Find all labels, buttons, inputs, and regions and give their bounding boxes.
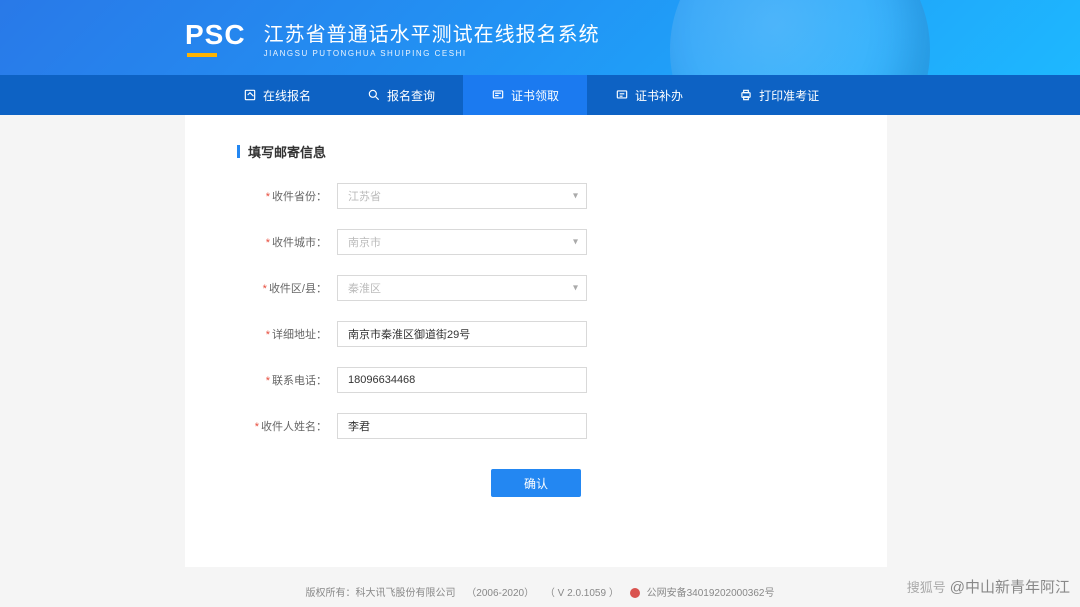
footer-years: （2006-2020） [466, 588, 534, 599]
select-province[interactable]: 江苏省 ▾ [337, 183, 587, 209]
row-phone: *联系电话： [185, 367, 887, 393]
confirm-button[interactable]: 确认 [491, 469, 581, 497]
input-phone[interactable] [337, 367, 587, 393]
nav-label: 报名查询 [387, 87, 435, 104]
row-district: *收件区/县： 秦淮区 ▾ [185, 275, 887, 301]
reissue-icon [615, 88, 629, 102]
label-address: *详细地址： [247, 326, 337, 342]
logo: PSC [185, 19, 246, 57]
row-name: *收件人姓名： [185, 413, 887, 439]
submit-row: 确认 [185, 469, 887, 497]
watermark: 搜狐号 @中山新青年阿江 [907, 576, 1070, 597]
chevron-down-icon: ▾ [573, 283, 578, 294]
label-province: *收件省份： [247, 188, 337, 204]
edit-icon [243, 88, 257, 102]
print-icon [739, 88, 753, 102]
section-title-bar [237, 145, 240, 158]
nav-label: 证书补办 [635, 87, 683, 104]
search-icon [367, 88, 381, 102]
chevron-down-icon: ▾ [573, 237, 578, 248]
nav-bar: 在线报名 报名查询 证书领取 证书补办 打印准考证 [0, 75, 1080, 115]
row-province: *收件省份： 江苏省 ▾ [185, 183, 887, 209]
nav-item-certificate[interactable]: 证书领取 [463, 75, 587, 115]
row-city: *收件城市： 南京市 ▾ [185, 229, 887, 255]
nav-item-query[interactable]: 报名查询 [339, 75, 463, 115]
label-phone: *联系电话： [247, 372, 337, 388]
select-value: 江苏省 [348, 188, 381, 204]
select-district[interactable]: 秦淮区 ▾ [337, 275, 587, 301]
label-city: *收件城市： [247, 234, 337, 250]
header-title: 江苏省普通话水平测试在线报名系统 JIANGSU PUTONGHUA SHUIP… [264, 18, 600, 58]
header-banner: PSC 江苏省普通话水平测试在线报名系统 JIANGSU PUTONGHUA S… [0, 0, 1080, 75]
nav-item-signup[interactable]: 在线报名 [215, 75, 339, 115]
cert-icon [491, 88, 505, 102]
label-district: *收件区/县： [247, 280, 337, 296]
nav-label: 在线报名 [263, 87, 311, 104]
header-title-en: JIANGSU PUTONGHUA SHUIPING CESHI [264, 49, 600, 58]
watermark-source: 搜狐号 [907, 577, 946, 596]
footer-version: （ V 2.0.1059 ） [545, 588, 619, 599]
watermark-author: @中山新青年阿江 [950, 576, 1070, 597]
beian-badge-icon [630, 588, 640, 598]
select-value: 秦淮区 [348, 280, 381, 296]
nav-label: 证书领取 [511, 87, 559, 104]
nav-item-reissue[interactable]: 证书补办 [587, 75, 711, 115]
footer-beian: 公网安备34019202000362号 [647, 588, 775, 599]
row-address: *详细地址： [185, 321, 887, 347]
header-title-cn: 江苏省普通话水平测试在线报名系统 [264, 18, 600, 47]
footer-copyright: 版权所有：科大讯飞股份有限公司 [306, 588, 456, 599]
section-title-text: 填写邮寄信息 [248, 142, 326, 161]
nav-label: 打印准考证 [759, 87, 819, 104]
nav-item-print[interactable]: 打印准考证 [711, 75, 847, 115]
section-title: 填写邮寄信息 [237, 142, 887, 161]
chevron-down-icon: ▾ [573, 191, 578, 202]
label-name: *收件人姓名： [247, 418, 337, 434]
content-card: 填写邮寄信息 *收件省份： 江苏省 ▾ *收件城市： 南京市 ▾ *收件区/县：… [185, 115, 887, 567]
select-value: 南京市 [348, 234, 381, 250]
header-globe-decoration [670, 0, 930, 75]
input-address[interactable] [337, 321, 587, 347]
input-name[interactable] [337, 413, 587, 439]
select-city[interactable]: 南京市 ▾ [337, 229, 587, 255]
